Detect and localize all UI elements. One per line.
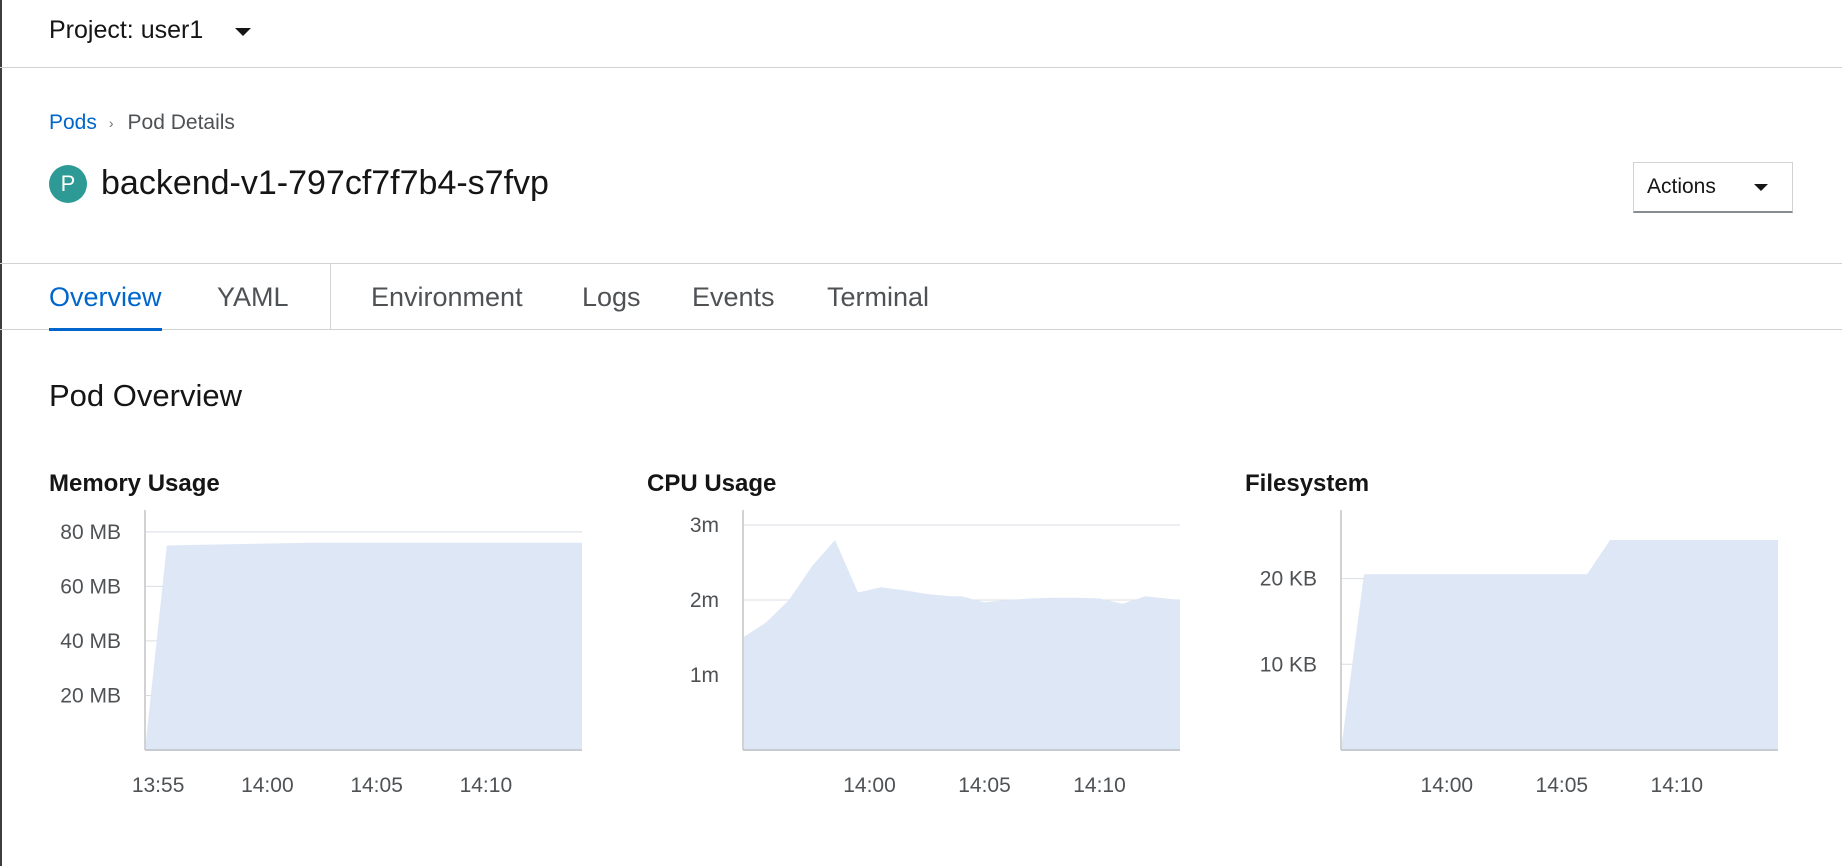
x-tick-label: 14:00 <box>1421 774 1474 797</box>
tab-divider <box>330 264 331 330</box>
filesystem-plot: 10 KB 20 KB 14:00 14:05 14:10 <box>1260 510 1778 797</box>
y-tick-label: 80 MB <box>60 521 121 544</box>
x-tick-label: 13:55 <box>132 774 185 797</box>
memory-usage-chart: Memory Usage 20 MB 40 MB 60 MB 80 MB 13:55 14… <box>49 470 609 820</box>
pod-resource-badge: P <box>49 164 87 203</box>
window-left-edge <box>0 0 2 866</box>
filesystem-chart: Filesystem 10 KB 20 KB 14:00 14:05 14:10 <box>1245 470 1805 820</box>
page-heading: P backend-v1-797cf7f7b4-s7fvp <box>49 164 549 203</box>
y-tick-label: 2m <box>690 589 719 612</box>
x-tick-label: 14:05 <box>350 774 403 797</box>
chevron-right-icon: › <box>108 115 114 131</box>
tab-bar: Overview YAML Environment Logs Events Te… <box>0 263 1842 331</box>
actions-dropdown-button[interactable]: Actions <box>1633 162 1793 213</box>
x-tick-label: 14:10 <box>1073 774 1126 797</box>
y-tick-label: 40 MB <box>60 630 121 653</box>
caret-down-icon <box>1753 183 1768 191</box>
project-selector-label: Project: user1 <box>49 16 204 44</box>
x-tick-label: 14:05 <box>958 774 1011 797</box>
cpu-usage-chart: CPU Usage 1m 2m 3m 14:00 14:05 14:10 <box>647 470 1207 820</box>
page-title: backend-v1-797cf7f7b4-s7fvp <box>101 164 549 202</box>
y-tick-label: 3m <box>690 514 719 537</box>
y-tick-label: 60 MB <box>60 575 121 598</box>
tab-overview[interactable]: Overview <box>49 264 162 331</box>
caret-down-icon <box>235 27 252 36</box>
x-tick-label: 14:00 <box>241 774 294 797</box>
x-tick-label: 14:10 <box>460 774 513 797</box>
x-tick-label: 14:10 <box>1651 774 1704 797</box>
tab-yaml[interactable]: YAML <box>217 264 289 330</box>
y-tick-label: 1m <box>690 664 719 687</box>
y-tick-label: 10 KB <box>1260 653 1317 676</box>
y-tick-label: 20 MB <box>60 684 121 707</box>
x-tick-label: 14:05 <box>1536 774 1589 797</box>
chart-title: Filesystem <box>1245 470 1370 497</box>
breadcrumb-pods-link[interactable]: Pods <box>49 111 97 135</box>
cpu-usage-plot: 1m 2m 3m 14:00 14:05 14:10 <box>690 510 1180 797</box>
tab-environment[interactable]: Environment <box>371 264 523 330</box>
area-series <box>1341 540 1778 750</box>
chart-title: CPU Usage <box>647 470 777 497</box>
project-selector[interactable]: Project: user1 <box>49 16 252 45</box>
tab-logs[interactable]: Logs <box>582 264 641 330</box>
y-tick-label: 20 KB <box>1260 568 1317 591</box>
area-series <box>743 540 1180 750</box>
section-title: Pod Overview <box>49 378 242 413</box>
project-bar: Project: user1 <box>0 0 1842 68</box>
breadcrumb: Pods › Pod Details <box>49 111 235 135</box>
x-tick-label: 14:00 <box>843 774 896 797</box>
actions-label: Actions <box>1647 175 1716 198</box>
area-series <box>145 542 582 750</box>
tab-terminal[interactable]: Terminal <box>827 264 929 330</box>
breadcrumb-current: Pod Details <box>127 111 235 134</box>
chart-title: Memory Usage <box>49 470 220 497</box>
tab-events[interactable]: Events <box>692 264 775 330</box>
memory-usage-plot: 20 MB 40 MB 60 MB 80 MB 13:55 14:00 14:05 14:10 <box>60 510 582 797</box>
